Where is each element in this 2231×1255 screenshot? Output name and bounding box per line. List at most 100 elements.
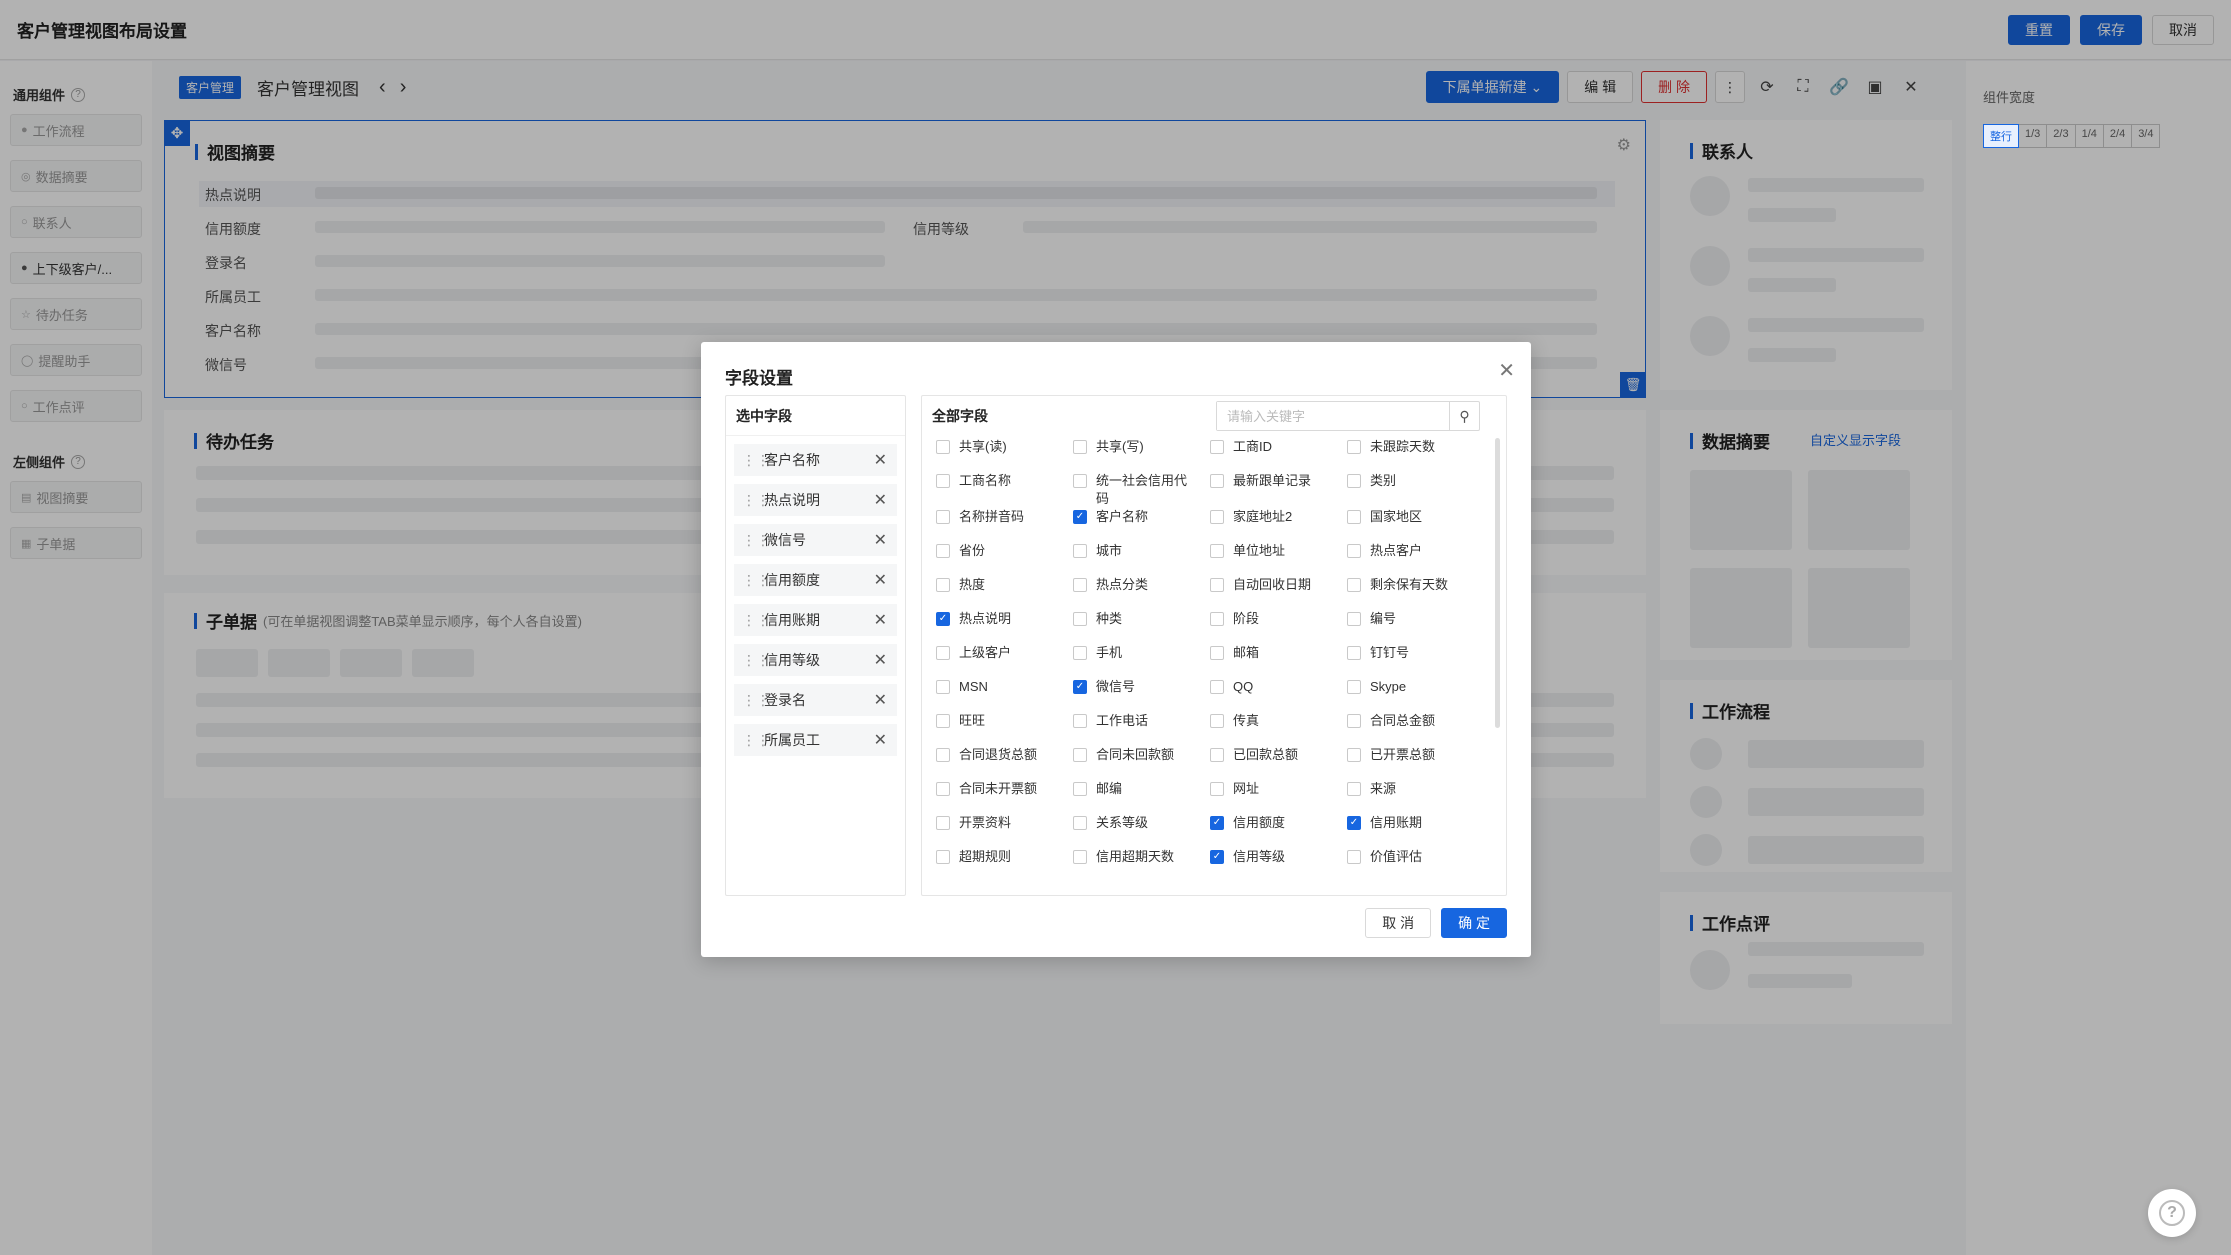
- field-option[interactable]: ✓ 客户名称: [1073, 508, 1210, 542]
- field-option[interactable]: 省份: [936, 542, 1073, 576]
- checkbox[interactable]: [1347, 440, 1361, 454]
- checkbox[interactable]: [1210, 544, 1224, 558]
- selected-field-item[interactable]: ⋮⋮ 信用等级 ✕: [734, 644, 897, 676]
- field-option[interactable]: 阶段: [1210, 610, 1347, 644]
- field-option[interactable]: QQ: [1210, 678, 1347, 712]
- remove-icon[interactable]: ✕: [874, 450, 887, 470]
- field-option[interactable]: 价值评估: [1347, 848, 1484, 882]
- field-option[interactable]: 工作电话: [1073, 712, 1210, 746]
- field-option[interactable]: Skype: [1347, 678, 1484, 712]
- selected-field-item[interactable]: ⋮⋮ 客户名称 ✕: [734, 444, 897, 476]
- checkbox[interactable]: [1073, 748, 1087, 762]
- field-option[interactable]: 剩余保有天数: [1347, 576, 1484, 610]
- field-option[interactable]: 已回款总额: [1210, 746, 1347, 780]
- field-option[interactable]: 自动回收日期: [1210, 576, 1347, 610]
- checkbox[interactable]: [1210, 612, 1224, 626]
- field-option[interactable]: 统一社会信用代码: [1073, 472, 1210, 508]
- checkbox[interactable]: [936, 680, 950, 694]
- selected-field-item[interactable]: ⋮⋮ 微信号 ✕: [734, 524, 897, 556]
- field-option[interactable]: MSN: [936, 678, 1073, 712]
- field-option[interactable]: ✓ 热点说明: [936, 610, 1073, 644]
- field-option[interactable]: 名称拼音码: [936, 508, 1073, 542]
- checkbox[interactable]: [1073, 782, 1087, 796]
- field-option[interactable]: 工商ID: [1210, 438, 1347, 472]
- checkbox[interactable]: [1210, 510, 1224, 524]
- field-option[interactable]: 种类: [1073, 610, 1210, 644]
- checkbox[interactable]: [936, 440, 950, 454]
- checkbox[interactable]: [936, 714, 950, 728]
- field-option[interactable]: 关系等级: [1073, 814, 1210, 848]
- field-option[interactable]: 单位地址: [1210, 542, 1347, 576]
- checkbox[interactable]: [1347, 850, 1361, 864]
- checkbox[interactable]: [1347, 510, 1361, 524]
- field-option[interactable]: 超期规则: [936, 848, 1073, 882]
- checkbox-checked[interactable]: ✓: [1347, 816, 1361, 830]
- drag-grip-icon[interactable]: ⋮⋮: [742, 612, 770, 629]
- drag-grip-icon[interactable]: ⋮⋮: [742, 652, 770, 669]
- selected-field-item[interactable]: ⋮⋮ 信用额度 ✕: [734, 564, 897, 596]
- field-option[interactable]: 合同未回款额: [1073, 746, 1210, 780]
- checkbox[interactable]: [936, 578, 950, 592]
- checkbox[interactable]: [1210, 714, 1224, 728]
- remove-icon[interactable]: ✕: [874, 730, 887, 750]
- drag-grip-icon[interactable]: ⋮⋮: [742, 532, 770, 549]
- field-option[interactable]: 合同总金额: [1347, 712, 1484, 746]
- drag-grip-icon[interactable]: ⋮⋮: [742, 692, 770, 709]
- checkbox[interactable]: [936, 510, 950, 524]
- checkbox[interactable]: [1073, 850, 1087, 864]
- checkbox[interactable]: [936, 544, 950, 558]
- remove-icon[interactable]: ✕: [874, 490, 887, 510]
- checkbox[interactable]: [1210, 440, 1224, 454]
- field-option[interactable]: 国家地区: [1347, 508, 1484, 542]
- field-option[interactable]: 开票资料: [936, 814, 1073, 848]
- checkbox-checked[interactable]: ✓: [1210, 816, 1224, 830]
- checkbox[interactable]: [1073, 646, 1087, 660]
- checkbox[interactable]: [1347, 474, 1361, 488]
- field-option[interactable]: 邮编: [1073, 780, 1210, 814]
- field-option[interactable]: ✓ 信用等级: [1210, 848, 1347, 882]
- field-option[interactable]: 网址: [1210, 780, 1347, 814]
- checkbox[interactable]: [1347, 646, 1361, 660]
- field-option[interactable]: 上级客户: [936, 644, 1073, 678]
- search-icon[interactable]: ⚲: [1449, 402, 1479, 430]
- field-option[interactable]: 已开票总额: [1347, 746, 1484, 780]
- field-option[interactable]: 钉钉号: [1347, 644, 1484, 678]
- field-option[interactable]: 传真: [1210, 712, 1347, 746]
- checkbox[interactable]: [1347, 714, 1361, 728]
- field-option[interactable]: 邮箱: [1210, 644, 1347, 678]
- checkbox[interactable]: [1073, 578, 1087, 592]
- checkbox[interactable]: [1347, 578, 1361, 592]
- width-option[interactable]: 整行: [1983, 124, 2019, 148]
- checkbox[interactable]: [1210, 474, 1224, 488]
- field-option[interactable]: 共享(写): [1073, 438, 1210, 472]
- checkbox[interactable]: [1073, 440, 1087, 454]
- field-option[interactable]: 合同退货总额: [936, 746, 1073, 780]
- checkbox[interactable]: [1210, 782, 1224, 796]
- checkbox-checked[interactable]: ✓: [936, 612, 950, 626]
- checkbox[interactable]: [1210, 748, 1224, 762]
- field-option[interactable]: 旺旺: [936, 712, 1073, 746]
- checkbox[interactable]: [1210, 680, 1224, 694]
- field-option[interactable]: 热点分类: [1073, 576, 1210, 610]
- drag-grip-icon[interactable]: ⋮⋮: [742, 452, 770, 469]
- checkbox[interactable]: [1347, 680, 1361, 694]
- dialog-ok-button[interactable]: 确 定: [1441, 908, 1507, 938]
- selected-field-item[interactable]: ⋮⋮ 热点说明 ✕: [734, 484, 897, 516]
- checkbox[interactable]: [936, 748, 950, 762]
- scrollbar[interactable]: [1495, 438, 1500, 728]
- close-icon[interactable]: ✕: [1498, 358, 1515, 383]
- field-option[interactable]: 类别: [1347, 472, 1484, 508]
- remove-icon[interactable]: ✕: [874, 610, 887, 630]
- field-option[interactable]: 编号: [1347, 610, 1484, 644]
- field-option[interactable]: 热点客户: [1347, 542, 1484, 576]
- remove-icon[interactable]: ✕: [874, 690, 887, 710]
- field-option[interactable]: 家庭地址2: [1210, 508, 1347, 542]
- field-option[interactable]: 合同未开票额: [936, 780, 1073, 814]
- field-option[interactable]: 信用超期天数: [1073, 848, 1210, 882]
- checkbox[interactable]: [1073, 474, 1087, 488]
- field-option[interactable]: ✓ 微信号: [1073, 678, 1210, 712]
- checkbox[interactable]: [1347, 782, 1361, 796]
- checkbox[interactable]: [1210, 578, 1224, 592]
- help-button[interactable]: ?: [2148, 1189, 2196, 1237]
- checkbox[interactable]: [1073, 816, 1087, 830]
